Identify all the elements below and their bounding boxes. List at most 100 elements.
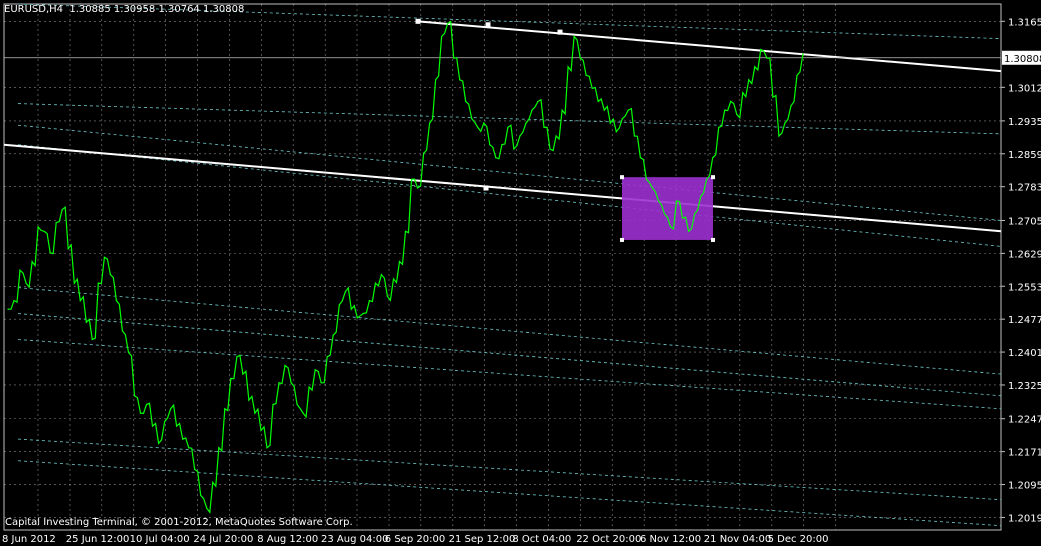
price-point: [416, 187, 419, 189]
price-point: [344, 291, 346, 293]
price-point: [555, 135, 557, 137]
price-point: [296, 403, 298, 406]
price-point: [188, 447, 190, 449]
price-point: [164, 421, 166, 423]
price-point: [495, 157, 497, 159]
y-tick-label: 1.27830: [1008, 183, 1041, 194]
rectangle-handle[interactable]: [620, 237, 624, 242]
price-point: [573, 35, 575, 38]
y-tick-label: 1.28590: [1008, 150, 1041, 161]
price-point: [320, 382, 322, 384]
price-point: [627, 109, 629, 111]
price-point: [368, 300, 370, 302]
price-point: [182, 438, 184, 440]
y-tick-label: 1.23250: [1008, 381, 1041, 392]
chart-header: EURUSD,H4 1.30885 1.30958 1.30764 1.3080…: [4, 4, 244, 15]
y-tick-label: 1.25530: [1008, 282, 1041, 293]
price-point: [429, 122, 431, 124]
price-point: [133, 395, 136, 397]
x-tick-label: 24 Jul 20:00: [193, 534, 253, 545]
price-point: [398, 261, 401, 263]
price-chart[interactable]: 1.31650 1.30125 1.29350 1.28590 1.27830 1.270…: [0, 0, 1041, 546]
price-point: [410, 178, 413, 180]
price-point: [103, 256, 105, 258]
x-tick-label: 21 Nov 04:00: [704, 534, 771, 545]
channel-anchor-handle[interactable]: [483, 185, 489, 191]
price-point: [633, 135, 636, 137]
price-point: [49, 252, 51, 254]
y-tick-label: 1.27050: [1008, 216, 1041, 227]
rectangle-annotation[interactable]: [622, 177, 713, 240]
current-price-label: 1.30808: [1004, 54, 1041, 65]
price-point: [790, 105, 792, 107]
x-tick-label: 8 Aug 12:00: [257, 534, 318, 545]
channel-anchor-handle[interactable]: [557, 29, 563, 35]
price-point: [778, 135, 780, 137]
price-point: [615, 131, 617, 133]
y-tick-label: 1.24770: [1008, 315, 1041, 326]
price-point: [681, 217, 684, 219]
y-tick-label: 1.30125: [1008, 83, 1041, 94]
price-point: [236, 356, 238, 358]
y-tick-label: 1.21710: [1008, 448, 1041, 459]
price-point: [694, 213, 696, 215]
price-point: [127, 351, 130, 354]
x-tick-label: 25 Jun 12:00: [66, 534, 130, 545]
price-point: [423, 152, 425, 154]
price-point: [459, 79, 461, 81]
price-point: [61, 209, 63, 211]
chart-window[interactable]: 1.31650 1.30125 1.29350 1.28590 1.27830 1.270…: [0, 0, 1041, 546]
price-point: [230, 377, 232, 380]
price-point: [332, 334, 334, 336]
price-point: [525, 122, 527, 124]
price-point: [350, 308, 352, 310]
rectangle-handle[interactable]: [620, 175, 624, 180]
price-point: [657, 200, 660, 202]
copyright-text: Capital Investing Terminal, © 2001-2012,…: [5, 517, 353, 528]
price-point: [109, 274, 111, 276]
price-point: [314, 369, 316, 371]
price-point: [724, 109, 726, 111]
channel-anchor-handle[interactable]: [485, 22, 491, 28]
price-point: [609, 122, 611, 124]
price-point: [748, 79, 750, 81]
symbol-label: EURUSD,H4: [4, 4, 64, 15]
price-point: [302, 412, 304, 414]
y-tick-label: 1.22470: [1008, 415, 1041, 426]
price-point: [688, 230, 690, 232]
price-point: [170, 408, 172, 410]
price-point: [326, 356, 328, 358]
price-series-line: [8, 20, 804, 514]
price-point: [736, 113, 738, 115]
price-point: [176, 425, 178, 427]
price-point: [579, 57, 581, 59]
channel-anchor-handle[interactable]: [415, 18, 421, 24]
price-point: [79, 300, 81, 302]
plot-frame: [3, 3, 1002, 531]
price-point: [55, 222, 57, 224]
price-point: [675, 200, 678, 202]
x-tick-label: 8 Oct 04:00: [512, 534, 571, 545]
price-point: [531, 109, 533, 111]
price-point: [290, 382, 292, 384]
price-point: [561, 109, 563, 111]
price-point: [362, 312, 364, 315]
x-tick-label: 5 Dec 20:00: [768, 534, 829, 545]
ohlc-values: 1.30885 1.30958 1.30764 1.30808: [69, 4, 245, 15]
rectangle-handle[interactable]: [711, 237, 715, 242]
price-point: [730, 100, 732, 102]
channel-lower-line[interactable]: [3, 143, 1002, 233]
price-point: [19, 269, 21, 271]
price-point: [706, 178, 708, 180]
x-tick-label: 6 Nov 12:00: [640, 534, 701, 545]
price-point: [338, 304, 340, 306]
price-point: [585, 74, 587, 76]
y-tick-label: 1.20190: [1008, 513, 1041, 524]
rectangle-handle[interactable]: [711, 175, 715, 180]
price-point: [639, 157, 642, 159]
price-point: [483, 122, 485, 124]
price-point: [224, 408, 226, 410]
price-point: [200, 494, 202, 496]
channel-upper-line[interactable]: [417, 20, 1002, 73]
price-point: [489, 144, 491, 146]
